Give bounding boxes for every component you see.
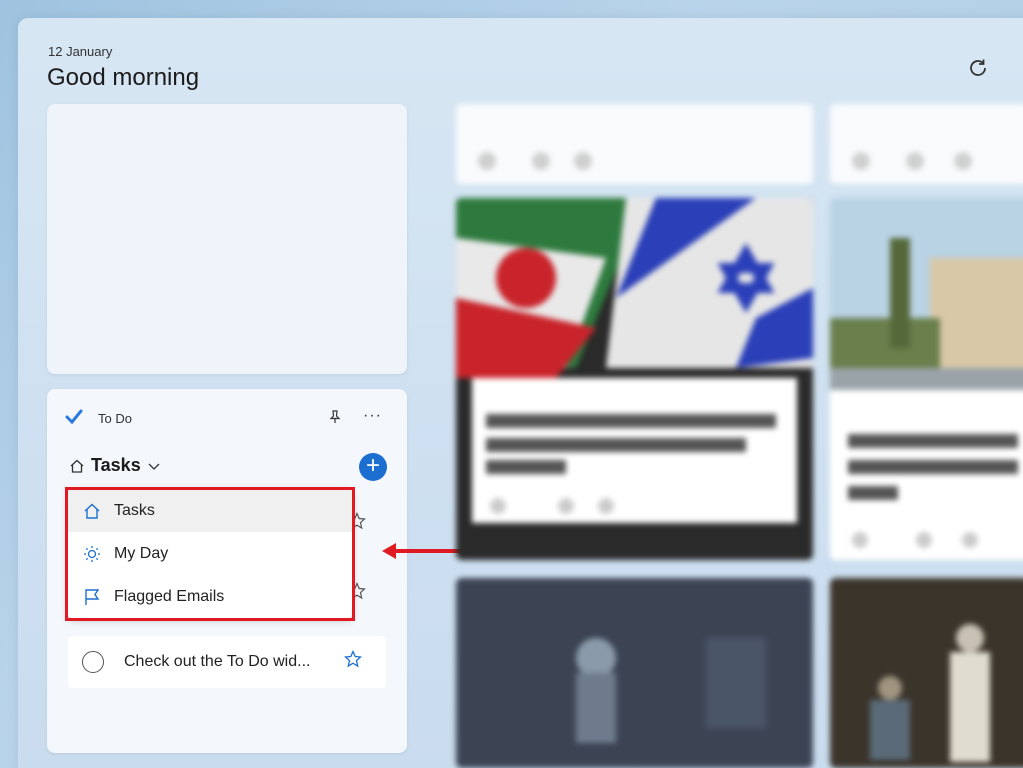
home-icon (70, 459, 84, 473)
task-item[interactable]: Check out the To Do wid... (68, 636, 386, 688)
news-card-image[interactable] (456, 198, 813, 560)
news-card-image[interactable] (830, 198, 1023, 560)
task-complete-checkbox[interactable] (82, 651, 104, 673)
pin-icon[interactable] (327, 409, 343, 425)
news-thumbnail-people (830, 578, 1023, 768)
star-icon[interactable] (344, 650, 362, 668)
news-thumbnail-building (830, 198, 1023, 560)
refresh-icon[interactable] (966, 56, 990, 80)
news-thumbnail-flags (456, 198, 813, 560)
chevron-down-icon (148, 463, 160, 470)
news-card-image[interactable] (456, 578, 813, 768)
annotation-arrow-head (382, 543, 396, 559)
date-label: 12 January (48, 44, 113, 59)
empty-widget (47, 104, 407, 374)
news-card[interactable] (830, 104, 1023, 184)
list-selector[interactable]: Tasks (69, 455, 161, 476)
greeting-title: Good morning (47, 64, 200, 91)
add-task-button[interactable]: + (359, 453, 387, 481)
news-card[interactable] (456, 104, 813, 184)
task-text: Check out the To Do wid... (124, 653, 311, 670)
list-name: Tasks (91, 455, 141, 475)
todo-check-logo-icon (65, 409, 83, 425)
news-thumbnail-scene (456, 578, 813, 768)
annotation-highlight-box (65, 487, 355, 621)
more-options-icon[interactable]: ··· (363, 407, 382, 425)
widget-title: To Do (98, 411, 132, 426)
news-card-image[interactable] (830, 578, 1023, 768)
